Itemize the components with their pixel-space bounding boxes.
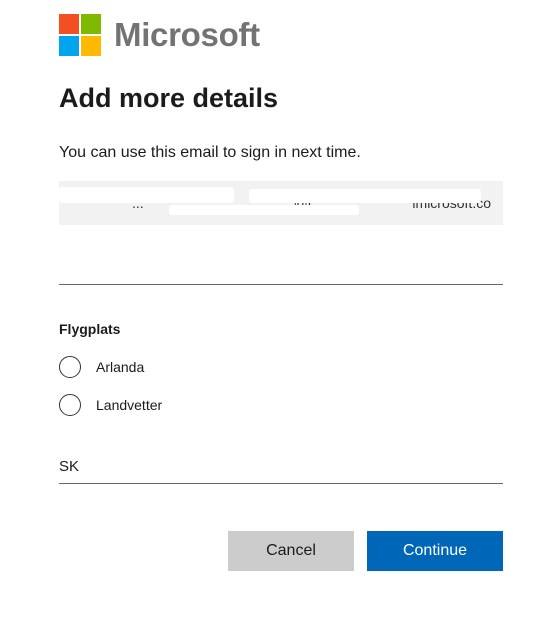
page-subtitle: You can use this email to sign in next t… [59, 144, 361, 161]
radio-label-landvetter: Landvetter [96, 397, 163, 413]
logo-wordmark: Microsoft [114, 16, 260, 53]
logo-red-square [59, 14, 79, 34]
redaction-mark [249, 189, 481, 203]
cancel-button[interactable]: Cancel [228, 531, 354, 571]
radio-option-landvetter[interactable]: Landvetter [59, 394, 162, 416]
microsoft-logo-icon [59, 14, 101, 56]
redaction-mark [169, 205, 359, 215]
email-display: ... @r. imicrosoft.co [59, 181, 503, 225]
radio-button[interactable] [59, 394, 81, 416]
logo-yellow-square [81, 36, 101, 56]
continue-button[interactable]: Continue [367, 531, 503, 571]
details-text-input[interactable] [59, 252, 503, 285]
radio-button[interactable] [59, 356, 81, 378]
flygplats-label: Flygplats [59, 321, 121, 337]
radio-option-arlanda[interactable]: Arlanda [59, 356, 144, 378]
radio-label-arlanda: Arlanda [96, 359, 145, 375]
redaction-mark [59, 187, 234, 203]
page-title: Add more details [59, 83, 279, 113]
logo-blue-square [59, 36, 79, 56]
logo-green-square [81, 14, 101, 34]
microsoft-logo: Microsoft [59, 14, 260, 56]
code-text-input[interactable] [59, 450, 503, 484]
